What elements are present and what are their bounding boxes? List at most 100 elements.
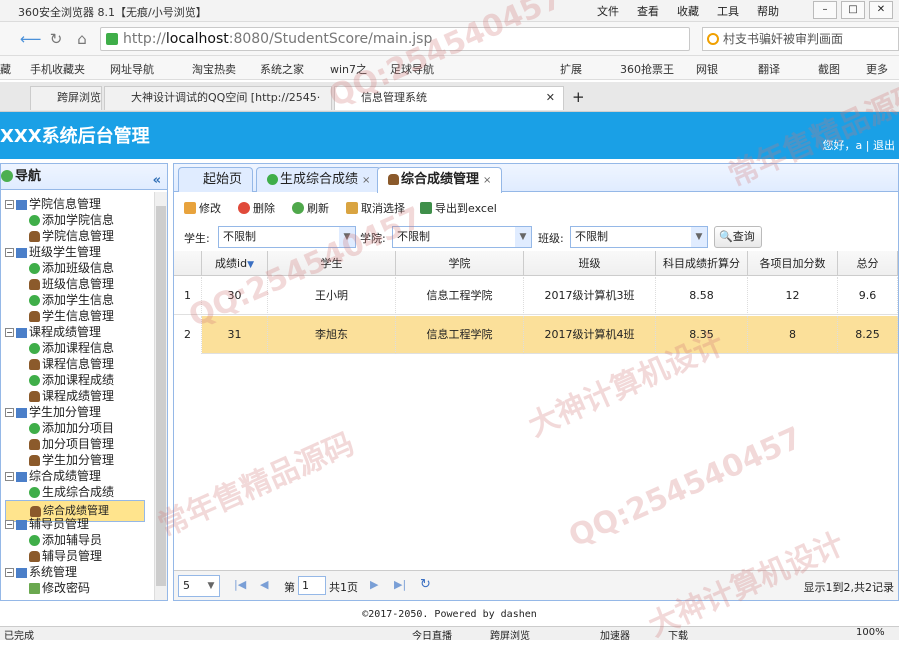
sidebar-item[interactable]: 辅导员管理 (29, 548, 102, 564)
tab-close-icon[interactable]: ✕ (546, 87, 555, 109)
student-filter-select[interactable]: 不限制 ▼ (218, 226, 356, 248)
sidebar-item[interactable]: 添加学院信息 (29, 212, 114, 228)
bookmark[interactable]: 更多 (866, 61, 888, 77)
reload-page-icon[interactable]: ↻ (420, 577, 431, 592)
tab-score-management[interactable]: 综合成绩管理 × (377, 167, 503, 193)
menu-tools[interactable]: 工具 (717, 3, 739, 19)
bookmark[interactable]: 翻译 (758, 61, 780, 77)
nav-group[interactable]: − 课程成绩管理 (5, 324, 101, 340)
sidebar-item[interactable]: 添加课程信息 (29, 340, 114, 356)
page-input[interactable]: 1 (298, 576, 326, 595)
sidebar-item[interactable]: 课程信息管理 (29, 356, 114, 372)
new-tab-icon[interactable]: + (572, 88, 585, 106)
user-info[interactable]: 您好，a | 退出 (823, 137, 895, 153)
back-icon[interactable]: ⟵ (20, 29, 42, 49)
bookmark[interactable]: 360抢票王 (620, 61, 674, 77)
last-page-icon[interactable]: ▶| (394, 578, 406, 591)
column-header-total[interactable]: 总分 (838, 251, 898, 276)
sidebar-item[interactable]: 添加加分项目 (29, 420, 114, 436)
menu-help[interactable]: 帮助 (757, 3, 779, 19)
bookmark[interactable]: win7之 (330, 61, 367, 77)
table-row-selected[interactable]: 2 31 李旭东 信息工程学院 2017级计算机4班 8.35 8 8.25 (174, 316, 898, 354)
chevron-down-icon[interactable]: ▼ (691, 227, 707, 247)
export-button[interactable]: 导出到excel (420, 200, 497, 216)
url-input[interactable]: http://localhost:8080/StudentScore/main.… (100, 27, 690, 51)
nav-group[interactable]: − 学生加分管理 (5, 404, 101, 420)
tab-home[interactable]: 起始页 (178, 167, 254, 192)
column-header-college[interactable]: 学院 (396, 251, 524, 276)
collapse-toggle-icon[interactable]: − (5, 520, 14, 529)
first-page-icon[interactable]: |◀ (234, 578, 246, 591)
bookmark[interactable]: 截图 (818, 61, 840, 77)
prev-page-icon[interactable]: ◀ (260, 578, 268, 591)
bookmark[interactable]: 手机收藏夹 (30, 61, 85, 77)
sidebar-item[interactable]: 学生信息管理 (29, 308, 114, 324)
collapse-toggle-icon[interactable]: − (5, 248, 14, 257)
sidebar-item[interactable]: 添加班级信息 (29, 260, 114, 276)
collapse-toggle-icon[interactable]: − (5, 472, 14, 481)
column-header-bonus[interactable]: 各项目加分数 (748, 251, 838, 276)
tab-generate-score[interactable]: 生成综合成绩 × (256, 167, 382, 192)
nav-group[interactable]: − 辅导员管理 (5, 516, 89, 532)
sidebar-item[interactable]: 生成综合成绩 (29, 484, 114, 500)
nav-group[interactable]: − 系统管理 (5, 564, 77, 580)
menu-view[interactable]: 查看 (637, 3, 659, 19)
collapse-toggle-icon[interactable]: − (5, 200, 14, 209)
nav-scrollbar[interactable] (154, 192, 167, 600)
zoom-level[interactable]: 100% (856, 627, 885, 638)
chevron-down-icon[interactable]: ▼ (339, 227, 355, 247)
nav-group[interactable]: − 学院信息管理 (5, 196, 101, 212)
menu-file[interactable]: 文件 (597, 3, 619, 19)
browser-tab[interactable]: 大神设计调试的QQ空间 [http://2545· (104, 86, 332, 110)
reload-icon[interactable]: ↻ (46, 29, 66, 49)
minimize-icon[interactable]: – (813, 1, 837, 19)
menu-favorites[interactable]: 收藏 (677, 3, 699, 19)
collapse-toggle-icon[interactable]: − (5, 408, 14, 417)
tab-close-icon[interactable]: × (362, 175, 370, 186)
sidebar-item[interactable]: 班级信息管理 (29, 276, 114, 292)
search-input[interactable]: 村支书骗奸被审判画面 (702, 27, 899, 51)
browser-tab-active[interactable]: 信息管理系统 ✕ (334, 86, 564, 110)
scrollbar-thumb[interactable] (156, 206, 166, 586)
bookmark[interactable]: 藏 (0, 61, 11, 77)
bookmark[interactable]: 系统之家 (260, 61, 304, 77)
collapse-toggle-icon[interactable]: − (5, 328, 14, 337)
sidebar-item[interactable]: 学生加分管理 (29, 452, 114, 468)
next-page-icon[interactable]: ▶ (370, 578, 378, 591)
column-header-course-score[interactable]: 科目成绩折算分 (656, 251, 748, 276)
nav-group[interactable]: − 综合成绩管理 (5, 468, 101, 484)
bookmark[interactable]: 足球导航 (390, 61, 434, 77)
sidebar-item[interactable]: 添加学生信息 (29, 292, 114, 308)
sidebar-item[interactable]: 添加辅导员 (29, 532, 102, 548)
cancel-select-button[interactable]: 取消选择 (346, 200, 405, 216)
chevron-down-icon[interactable]: ▼ (515, 227, 531, 247)
column-header-id[interactable]: 成绩id▼ (202, 251, 268, 276)
collapse-icon[interactable]: « (153, 168, 161, 194)
sidebar-item[interactable]: 添加课程成绩 (29, 372, 114, 388)
sidebar-item[interactable]: 修改密码 (29, 580, 90, 596)
sidebar-item[interactable]: 课程成绩管理 (29, 388, 114, 404)
close-icon[interactable]: ✕ (869, 1, 893, 19)
chevron-down-icon[interactable]: ▼ (203, 576, 219, 596)
query-button[interactable]: 🔍查询 (714, 226, 762, 248)
table-row[interactable]: 1 30 王小明 信息工程学院 2017级计算机3班 8.58 12 9.6 (174, 277, 898, 315)
bookmark[interactable]: 淘宝热卖 (192, 61, 236, 77)
column-header-class[interactable]: 班级 (524, 251, 656, 276)
class-filter-select[interactable]: 不限制 ▼ (570, 226, 708, 248)
bookmark[interactable]: 网址导航 (110, 61, 154, 77)
delete-button[interactable]: 删除 (238, 200, 275, 216)
maximize-icon[interactable]: □ (841, 1, 865, 19)
page-size-select[interactable]: 5 ▼ (178, 575, 220, 597)
collapse-toggle-icon[interactable]: − (5, 568, 14, 577)
sidebar-item[interactable]: 加分项目管理 (29, 436, 114, 452)
bookmark[interactable]: 扩展 (560, 61, 582, 77)
browser-tab[interactable]: 跨屏浏览 (30, 86, 102, 110)
edit-button[interactable]: 修改 (184, 200, 221, 216)
column-header-student[interactable]: 学生 (268, 251, 396, 276)
home-icon[interactable]: ⌂ (72, 29, 92, 49)
nav-group[interactable]: − 班级学生管理 (5, 244, 101, 260)
tab-close-icon[interactable]: × (483, 175, 491, 186)
bookmark[interactable]: 网银 (696, 61, 718, 77)
refresh-button[interactable]: 刷新 (292, 200, 329, 216)
sidebar-item[interactable]: 学院信息管理 (29, 228, 114, 244)
